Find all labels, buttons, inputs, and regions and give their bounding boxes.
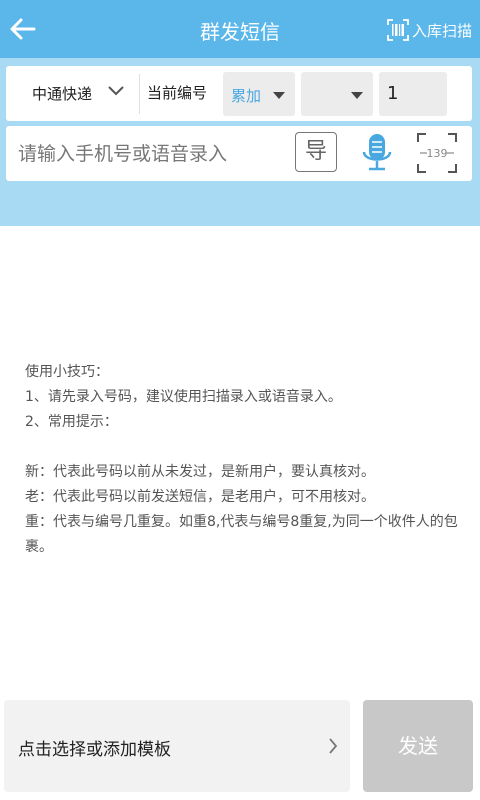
prefix-select[interactable] <box>301 72 373 116</box>
phone-input[interactable] <box>18 134 288 174</box>
send-button[interactable]: 发送 <box>363 700 473 792</box>
number-value: 1 <box>387 83 399 104</box>
template-label: 点击选择或添加模板 <box>18 740 171 760</box>
import-button[interactable]: 导 <box>295 132 337 172</box>
dropdown-triangle-icon <box>351 92 363 99</box>
mode-select[interactable]: 累加 <box>223 72 295 116</box>
tips-new: 新：代表此号码以前从未发过，是新用户，要认真核对。 <box>25 464 375 480</box>
chevron-right-icon <box>329 738 338 754</box>
chevron-down-icon <box>108 86 124 96</box>
courier-select[interactable]: 中通快递 <box>6 66 139 121</box>
numbering-toolbar: 中通快递 当前编号 累加 1 <box>6 66 472 121</box>
tips-line-1: 1、请先录入号码，建议使用扫描录入或语音录入。 <box>25 389 342 405</box>
usage-tips: 使用小技巧： 1、请先录入号码，建议使用扫描录入或语音录入。 2、常用提示： 新… <box>25 360 465 560</box>
current-number-label: 当前编号 <box>147 84 208 102</box>
number-input[interactable]: 1 <box>379 72 447 116</box>
template-select-button[interactable]: 点击选择或添加模板 <box>4 700 350 792</box>
inbound-scan-button[interactable]: 入库扫描 <box>387 17 472 43</box>
dropdown-triangle-icon <box>273 92 285 99</box>
microphone-icon[interactable] <box>360 132 394 174</box>
tips-old: 老：代表此号码以前发送短信，是老用户，可不用核对。 <box>25 489 375 505</box>
divider <box>139 74 140 114</box>
inbound-scan-label: 入库扫描 <box>411 21 472 40</box>
phone-entry-row: 导 139 <box>6 126 472 181</box>
tips-title: 使用小技巧： <box>25 364 109 380</box>
tips-repeat: 重：代表与编号几重复。如重8,代表与编号8重复,为同一个收件人的包裹。 <box>25 514 458 555</box>
ocr-label: 139 <box>427 147 448 160</box>
mode-value: 累加 <box>231 87 262 105</box>
tips-line-2: 2、常用提示： <box>25 414 118 430</box>
header-bar: 群发短信 入库扫描 <box>0 0 480 58</box>
courier-label: 中通快递 <box>32 85 93 103</box>
number-recognition-scan-icon[interactable]: 139 <box>416 132 458 174</box>
barcode-scan-icon <box>387 19 409 41</box>
